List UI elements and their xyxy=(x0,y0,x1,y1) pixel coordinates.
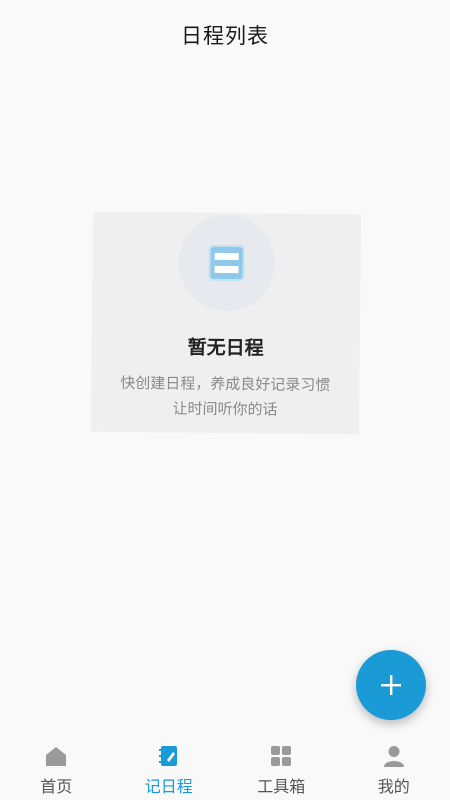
tab-home-label: 首页 xyxy=(40,777,73,796)
tab-mine[interactable]: 我的 xyxy=(338,738,450,800)
empty-desc-line-1: 快创建日程，养成良好记录习惯 xyxy=(120,373,331,395)
schedule-list-icon xyxy=(208,244,245,282)
plus-icon xyxy=(381,675,401,695)
page-title: 日程列表 xyxy=(181,24,269,48)
add-schedule-button[interactable] xyxy=(356,650,426,720)
bottom-tab-bar: 首页 记日程 工具箱 我的 xyxy=(0,738,450,800)
tab-mine-label: 我的 xyxy=(377,777,410,796)
empty-description: 快创建日程，养成良好记录习惯 让时间听你的话 xyxy=(91,371,360,424)
tab-schedule[interactable]: 记日程 xyxy=(113,738,226,800)
empty-title: 暂无日程 xyxy=(187,336,264,360)
tab-toolbox[interactable]: 工具箱 xyxy=(225,738,338,800)
tab-schedule-label: 记日程 xyxy=(144,777,193,796)
schedule-note-icon xyxy=(157,744,181,768)
empty-icon-circle xyxy=(178,214,276,312)
user-icon xyxy=(382,744,406,768)
header: 日程列表 xyxy=(0,0,450,70)
empty-state: 暂无日程 快创建日程，养成良好记录习惯 让时间听你的话 xyxy=(90,211,362,435)
home-icon xyxy=(44,744,68,768)
tab-toolbox-label: 工具箱 xyxy=(257,777,306,796)
empty-desc-line-2: 让时间听你的话 xyxy=(172,399,278,419)
tab-home[interactable]: 首页 xyxy=(0,738,113,800)
grid-icon xyxy=(269,744,293,768)
